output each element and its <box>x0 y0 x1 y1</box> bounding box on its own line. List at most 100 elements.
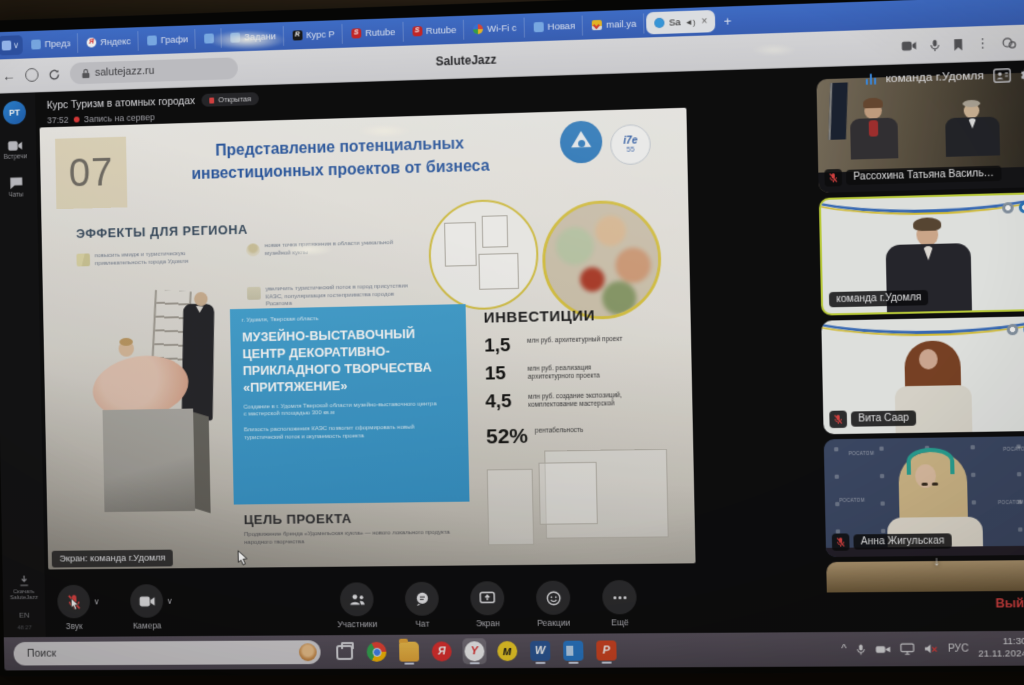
browser-tab[interactable]: Графи <box>140 29 196 51</box>
participant-tile-partial[interactable] <box>826 560 1024 593</box>
browser-tab[interactable]: Предз <box>24 33 78 54</box>
audio-activity-icon <box>865 73 876 85</box>
doll-man <box>182 304 215 421</box>
camera-toggle-button[interactable]: ∨ Камера <box>121 584 172 631</box>
tab-audio-icon[interactable]: ◄) <box>685 17 696 26</box>
language-switch[interactable]: EN <box>19 611 30 620</box>
explorer-button[interactable] <box>397 639 421 665</box>
browser-tab[interactable] <box>198 28 223 49</box>
participants-button[interactable]: Участники <box>331 582 383 629</box>
chat-button[interactable]: Чат <box>396 582 448 629</box>
browser-panel-button[interactable]: ∨ <box>0 35 23 55</box>
yandex-search-button[interactable]: Я <box>430 638 454 664</box>
salutejazz-favicon <box>655 18 665 28</box>
backdrop-brand-text: РОСАТОМ <box>849 451 875 456</box>
smiley-icon <box>546 590 561 605</box>
slide-number-box: 07 <box>55 137 127 210</box>
browser-tab[interactable]: Rutube <box>405 20 464 42</box>
taskbar-search[interactable]: Поиск <box>13 640 320 665</box>
browser-tab[interactable]: Яндекс <box>80 31 139 53</box>
slide-title: Представление потенциальных инвестиционн… <box>155 131 527 188</box>
browser-tab[interactable]: Новая <box>526 16 583 38</box>
monitor-screen: ∨ Предз Яндекс Графи Задани Курс Р Rutub… <box>0 0 1024 676</box>
participant-tile[interactable]: Рассохина Татьяна Василь… <box>816 72 1024 193</box>
participant-tile[interactable]: РОСАТОМ РОСАТОМ РОСАТОМ РОСАТОМ <box>824 436 1024 557</box>
participant-tile[interactable]: Вита Саар <box>821 316 1024 434</box>
browser-tab-active[interactable]: Sa ◄) × <box>646 10 715 35</box>
chrome-button[interactable] <box>364 639 388 665</box>
task-view-button[interactable] <box>332 639 356 665</box>
reload-button[interactable] <box>48 68 61 81</box>
extension-icon[interactable] <box>1002 36 1017 50</box>
reactions-button[interactable]: Реакции <box>527 580 580 627</box>
participant-tile-active-speaker[interactable]: команда г.Удомля <box>819 192 1024 315</box>
tray-mic-icon[interactable] <box>856 643 867 656</box>
sidebar-item-meetings[interactable]: Встречи <box>3 140 27 161</box>
browser-tab[interactable]: Rutube <box>344 22 403 44</box>
wifi-favicon <box>473 24 483 34</box>
rutube-favicon <box>351 28 361 38</box>
download-app-icon[interactable] <box>17 575 30 588</box>
address-bar[interactable]: salutejazz.ru <box>70 57 238 84</box>
lock-dot-icon <box>210 97 215 103</box>
mic-permission-icon[interactable] <box>929 38 941 52</box>
yandex-icon: Я <box>432 641 452 661</box>
sidebar-item-chats[interactable]: Чаты <box>8 176 23 199</box>
mobius-button[interactable]: м <box>495 638 519 664</box>
keyboard-language[interactable]: РУС <box>948 643 969 654</box>
tray-camera-icon[interactable] <box>875 643 891 654</box>
tab-label: Графи <box>161 34 189 46</box>
word-button[interactable]: W <box>528 638 553 664</box>
tray-volume-muted-icon[interactable] <box>924 643 939 655</box>
investment-row: 4,5млн руб. создание экспозиций, комплек… <box>485 389 678 411</box>
tray-expand-icon[interactable]: ^ <box>841 643 847 655</box>
recording-dot-icon <box>73 117 79 123</box>
browser-tab[interactable]: Задани <box>224 26 284 48</box>
browser-tab[interactable]: Wi-Fi с <box>466 18 525 40</box>
taskbar-clock[interactable]: 11:30 21.11.2024 <box>978 636 1024 661</box>
investments-block: ИНВЕСТИЦИИ 1,5млн руб. архитектурный про… <box>484 306 680 457</box>
settings-gear-icon[interactable] <box>1020 66 1024 82</box>
scroll-down-arrow[interactable]: ↓ <box>933 553 940 568</box>
new-tab-button[interactable]: + <box>717 13 737 29</box>
leave-button[interactable]: Выйти <box>995 596 1024 611</box>
profile-button[interactable] <box>25 68 39 82</box>
meeting-access-badge: Открытая <box>202 92 259 107</box>
tab-favicon <box>204 33 214 43</box>
chat-icon <box>414 592 429 606</box>
screen-share-button[interactable]: Экран <box>461 581 514 628</box>
participants-list-icon[interactable] <box>993 68 1011 83</box>
camera-options-chevron[interactable]: ∨ <box>167 596 173 607</box>
mic-toggle-button[interactable]: ∨ Звук <box>49 585 100 631</box>
dolls-photo <box>85 283 254 526</box>
camera-icon <box>138 595 155 608</box>
banner-decoration <box>819 192 1024 218</box>
backdrop-brand-text: РОСАТОМ <box>998 500 1024 505</box>
salutejazz-app: РТ Встречи Чаты Скачать SaluteJazz EN 48… <box>0 60 1024 638</box>
tab-favicon <box>31 39 41 49</box>
download-app-label[interactable]: Скачать SaluteJazz <box>3 589 45 601</box>
effects-heading: ЭФФЕКТЫ ДЛЯ РЕГИОНА <box>76 222 248 241</box>
bookmark-icon[interactable] <box>953 37 964 51</box>
recording-label: Запись на сервер <box>84 112 155 124</box>
browser-tab[interactable]: Курс Р <box>285 24 342 46</box>
muted-mic-icon <box>832 533 850 550</box>
back-button[interactable]: ← <box>2 69 16 83</box>
camera-permission-icon[interactable] <box>901 40 917 53</box>
goal-block: ЦЕЛЬ ПРОЕКТА Продвижение бренда «Удомель… <box>244 510 461 547</box>
mic-options-chevron[interactable]: ∨ <box>93 596 99 607</box>
yandex-browser-button[interactable]: Y <box>462 638 486 664</box>
powerpoint-button[interactable]: P <box>594 637 619 663</box>
tab-close-icon[interactable]: × <box>701 16 707 27</box>
tray-display-icon[interactable] <box>900 643 915 655</box>
blue-app-button[interactable] <box>561 638 586 664</box>
tab-label: Курс Р <box>306 29 335 41</box>
browser-tab[interactable]: mail.ya <box>585 13 645 35</box>
sketch-decoration <box>538 462 597 525</box>
goal-text: Продвижение бренда «Удомельская кукла» —… <box>244 529 460 547</box>
more-button[interactable]: Ещё <box>593 580 646 628</box>
photo-scene: ∨ Предз Яндекс Графи Задани Курс Р Rutub… <box>0 0 1024 685</box>
user-avatar[interactable]: РТ <box>3 101 26 125</box>
browser-menu-icon[interactable]: ⋮ <box>976 35 990 52</box>
rosatom-logo <box>560 120 603 163</box>
